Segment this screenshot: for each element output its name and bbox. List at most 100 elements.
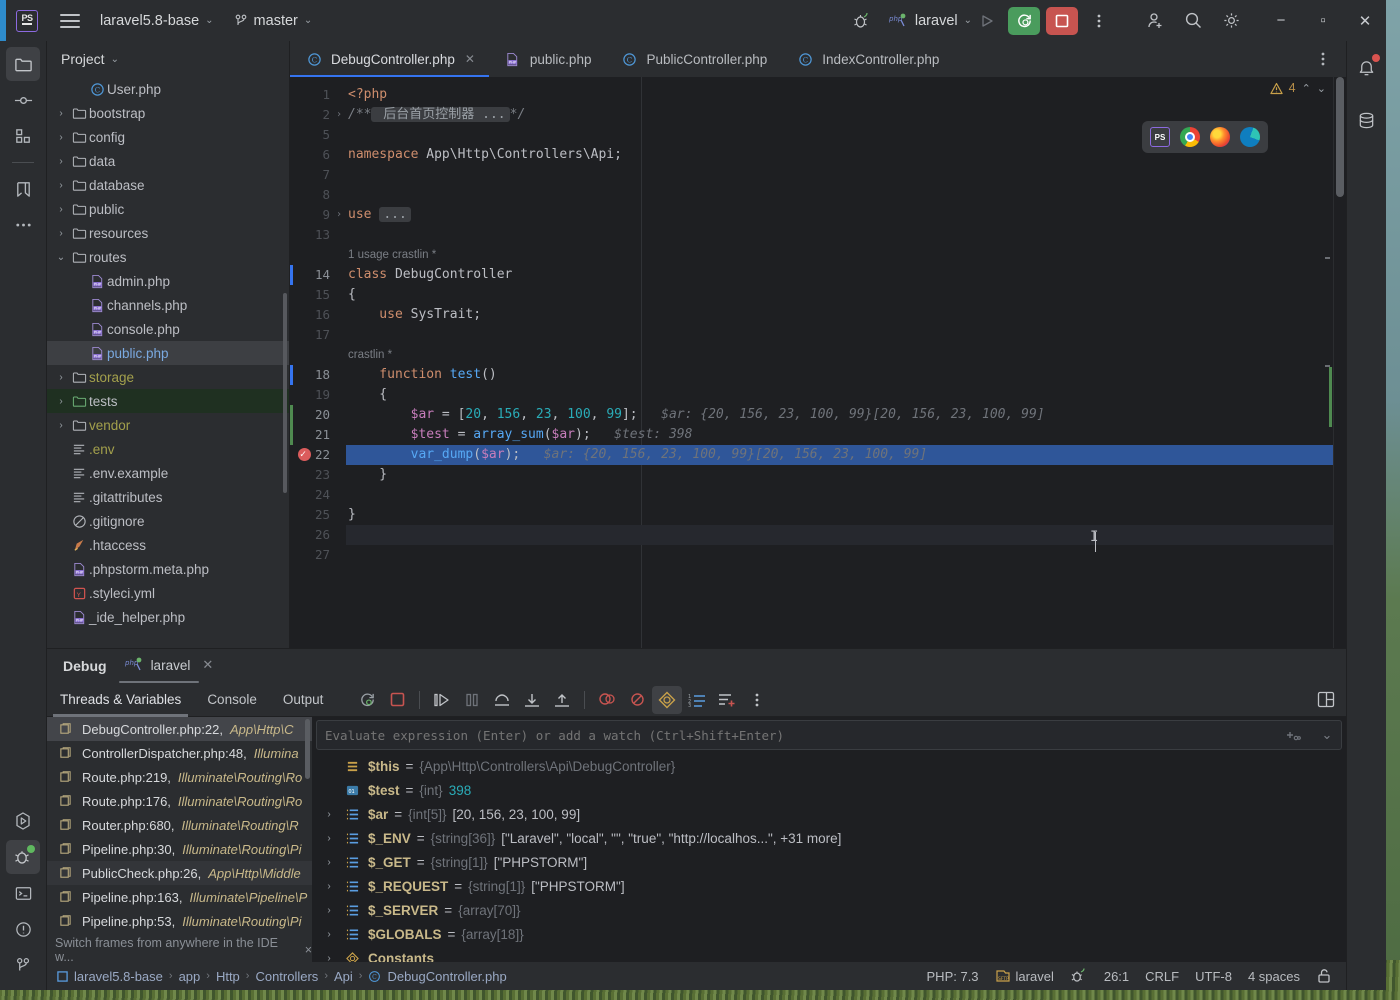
code-fold-toggle[interactable]: › [333, 105, 345, 125]
breadcrumb-item[interactable]: app [179, 969, 201, 984]
database-icon[interactable] [1350, 103, 1384, 137]
stop-icon[interactable] [382, 686, 412, 714]
tree-item[interactable]: › bootstrap [47, 101, 289, 125]
chevron-right-icon[interactable]: › [53, 396, 69, 407]
frame-item[interactable]: Pipeline.php:53, Illuminate\Routing\Pi [47, 909, 312, 933]
step-into-icon[interactable] [517, 686, 547, 714]
editor-tab[interactable]: PHP public.php [489, 41, 606, 77]
sidebar-item-terminal[interactable] [6, 876, 40, 910]
more-vertical-icon[interactable] [1084, 7, 1114, 35]
frames-list[interactable]: DebugController.php:22, App\Http\C Control… [47, 717, 312, 962]
project-selector[interactable]: laravel5.8-base ⌄ [100, 13, 214, 29]
folded-code-badge[interactable]: ... [379, 207, 411, 222]
sidebar-item-bookmarks[interactable] [6, 172, 40, 206]
close-icon[interactable]: × [305, 943, 312, 957]
evaluate-expression-row[interactable]: ⌄ [316, 720, 1342, 750]
next-problem-icon[interactable]: ⌄ [1317, 82, 1326, 95]
chevron-right-icon[interactable]: › [322, 809, 336, 820]
tree-item[interactable]: › database [47, 173, 289, 197]
frame-item[interactable]: Pipeline.php:163, Illuminate\Pipeline\P [47, 885, 312, 909]
unlocked-icon[interactable] [1316, 968, 1332, 984]
variable-row[interactable]: › $ar = {int[5]} [20, 156, 23, 100, 99] [312, 802, 1346, 826]
tree-item[interactable]: PHP .phpstorm.meta.php [47, 557, 289, 581]
chevron-right-icon[interactable]: › [322, 953, 336, 963]
tree-item[interactable]: .gitattributes [47, 485, 289, 509]
debug-tab[interactable]: Console [194, 683, 270, 717]
debug-tab[interactable]: Threads & Variables [47, 683, 194, 717]
frame-item[interactable]: PublicCheck.php:26, App\Http\Middle [47, 861, 312, 885]
tree-item[interactable]: › public [47, 197, 289, 221]
chevron-right-icon[interactable]: › [322, 905, 336, 916]
chevron-down-icon[interactable]: ⌄ [53, 252, 69, 263]
breadcrumb-item[interactable]: Http [216, 969, 240, 984]
run-configuration-selector[interactable]: php laravel ⌄ [889, 13, 972, 29]
variable-row[interactable]: 01 $test = {int} 398 [312, 778, 1346, 802]
folded-code-badge[interactable]: 后台首页控制器 ... [371, 107, 510, 122]
project-tree[interactable]: C User.php › bootstrap › config › data › database… [47, 77, 289, 648]
sidebar-item-project[interactable] [6, 47, 40, 81]
chevron-right-icon[interactable]: › [53, 204, 69, 215]
sort-values-icon[interactable]: 123 [682, 686, 712, 714]
caret-position[interactable]: 26:1 [1104, 969, 1129, 984]
debug-listener-icon[interactable] [1070, 968, 1088, 984]
tree-item[interactable]: .htaccess [47, 533, 289, 557]
variables-list[interactable]: $this = {App\Http\Controllers\Api\DebugCon… [312, 750, 1346, 962]
editor-tabs-more-icon[interactable] [1308, 45, 1338, 73]
settings-diamond-icon[interactable] [652, 685, 683, 714]
tree-item[interactable]: › resources [47, 221, 289, 245]
add-watch-icon[interactable] [1285, 728, 1313, 742]
tree-item[interactable]: PHP public.php [47, 341, 289, 365]
variable-row[interactable]: $this = {App\Http\Controllers\Api\DebugCon… [312, 754, 1346, 778]
pause-icon[interactable] [457, 686, 487, 714]
layout-settings-icon[interactable] [1316, 686, 1346, 714]
editor-scrollbar-gutter[interactable] [1333, 77, 1346, 648]
minimize-icon[interactable]: − [1260, 0, 1302, 41]
hamburger-menu-icon[interactable] [60, 13, 80, 28]
php-version-label[interactable]: PHP: 7.3 [927, 969, 979, 984]
mute-breakpoints-icon[interactable] [622, 686, 652, 714]
close-icon[interactable]: ✕ [1344, 0, 1386, 41]
breadcrumb-item[interactable]: Controllers [255, 969, 318, 984]
tree-item[interactable]: › storage [47, 365, 289, 389]
chevron-down-icon[interactable]: ⌄ [1313, 727, 1341, 743]
variable-row[interactable]: › Constants [312, 946, 1346, 962]
sidebar-item-run[interactable] [6, 804, 40, 838]
breadcrumb[interactable]: laravel5.8-base › app › Http › Controllers › Api… [47, 969, 507, 984]
chevron-right-icon[interactable]: › [53, 180, 69, 191]
project-tree-scrollbar[interactable] [283, 293, 287, 493]
edge-icon[interactable] [1240, 127, 1260, 147]
frame-item[interactable]: Router.php:680, Illuminate\Routing\R [47, 813, 312, 837]
variable-row[interactable]: › $GLOBALS = {array[18]} [312, 922, 1346, 946]
encoding[interactable]: UTF-8 [1195, 969, 1232, 984]
code-fold-toggle[interactable]: › [333, 205, 345, 225]
view-breakpoints-icon[interactable] [592, 686, 622, 714]
tree-item[interactable]: PHP _ide_helper.php [47, 605, 289, 629]
editor-tab[interactable]: C IndexController.php [781, 41, 953, 77]
breadcrumb-item[interactable]: DebugController.php [387, 969, 506, 984]
sidebar-item-more[interactable] [6, 208, 40, 242]
tree-item[interactable]: PHP admin.php [47, 269, 289, 293]
chevron-right-icon[interactable]: › [322, 857, 336, 868]
run-button[interactable] [972, 7, 1002, 35]
sidebar-item-commit[interactable] [6, 83, 40, 117]
editor-tab[interactable]: C DebugController.php ✕ [290, 41, 489, 77]
code-vision-annotation[interactable]: 1 usage crastlin * [348, 245, 436, 265]
sidebar-item-version-control[interactable] [6, 948, 40, 982]
tree-item[interactable]: .env.example [47, 461, 289, 485]
rerun-icon[interactable] [352, 686, 382, 714]
chevron-right-icon[interactable]: › [322, 833, 336, 844]
resume-icon[interactable] [427, 686, 457, 714]
branch-selector[interactable]: master ⌄ [234, 13, 312, 29]
code-vision-annotation[interactable]: crastlin * [348, 345, 392, 365]
close-icon[interactable]: ✕ [202, 657, 213, 673]
variable-row[interactable]: › $_SERVER = {array[70]} [312, 898, 1346, 922]
tree-item[interactable]: .gitignore [47, 509, 289, 533]
variable-row[interactable]: › $_ENV = {string[36]} ["Laravel", "local", … [312, 826, 1346, 850]
line-separator[interactable]: CRLF [1145, 969, 1179, 984]
prev-problem-icon[interactable]: ⌃ [1302, 82, 1311, 95]
tree-item[interactable]: C User.php [47, 77, 289, 101]
project-panel-header[interactable]: Project ⌄ [47, 41, 289, 77]
notifications-bell-icon[interactable] [1350, 51, 1384, 85]
chevron-right-icon[interactable]: › [322, 881, 336, 892]
code-editor[interactable]: 1 <?php 2 ›/** 后台首页控制器 ... */5 6 namespace App… [290, 77, 1346, 648]
